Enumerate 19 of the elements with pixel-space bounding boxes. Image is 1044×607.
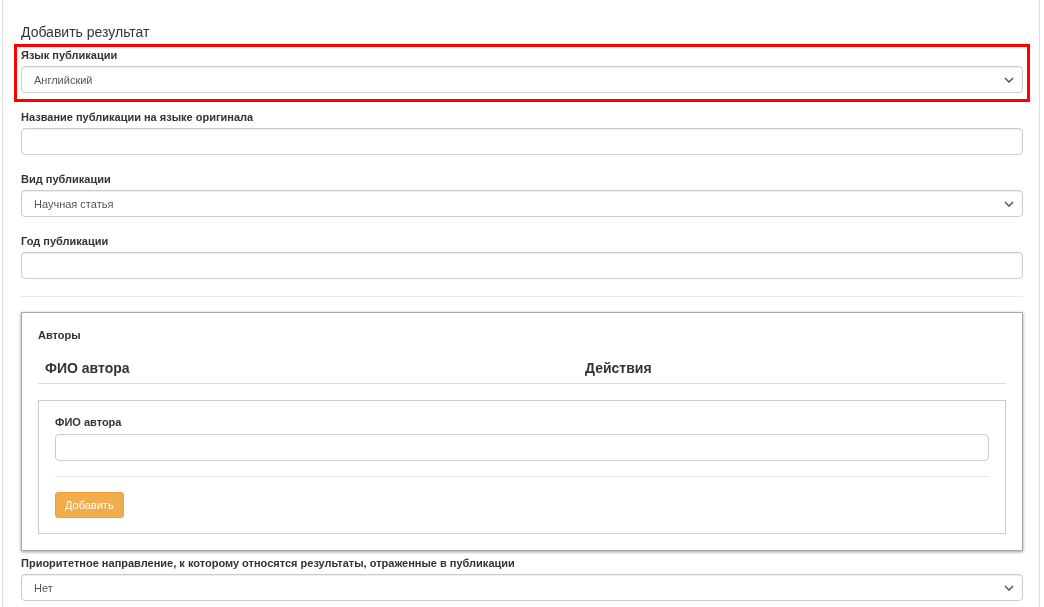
field-label: Язык публикации <box>21 49 119 61</box>
input-field[interactable] <box>21 252 1023 279</box>
select-field[interactable]: Нет <box>21 574 1023 601</box>
field-label: Год публикации <box>21 235 110 247</box>
field-label: Приоритетное направление, к которому относятся результаты, отраженные в публикации <box>21 557 516 569</box>
panel-title: Авторы <box>38 329 82 341</box>
field-label: Вид публикации <box>21 173 112 185</box>
chevron-down-icon <box>1004 584 1014 591</box>
select-field[interactable]: Научная статья <box>21 190 1023 217</box>
field-label: Название публикации на языке оригинала <box>21 111 255 123</box>
field-label: ФИО автора <box>55 416 123 428</box>
input-field[interactable] <box>21 128 1023 155</box>
column-header: ФИО автора <box>45 360 131 376</box>
chevron-down-icon <box>1004 76 1014 83</box>
chevron-down-icon <box>1004 200 1014 207</box>
column-header: Действия <box>585 360 653 376</box>
input-field[interactable] <box>55 434 989 461</box>
select-field[interactable]: Английский <box>21 66 1023 93</box>
form-title: Добавить результат <box>21 24 151 40</box>
